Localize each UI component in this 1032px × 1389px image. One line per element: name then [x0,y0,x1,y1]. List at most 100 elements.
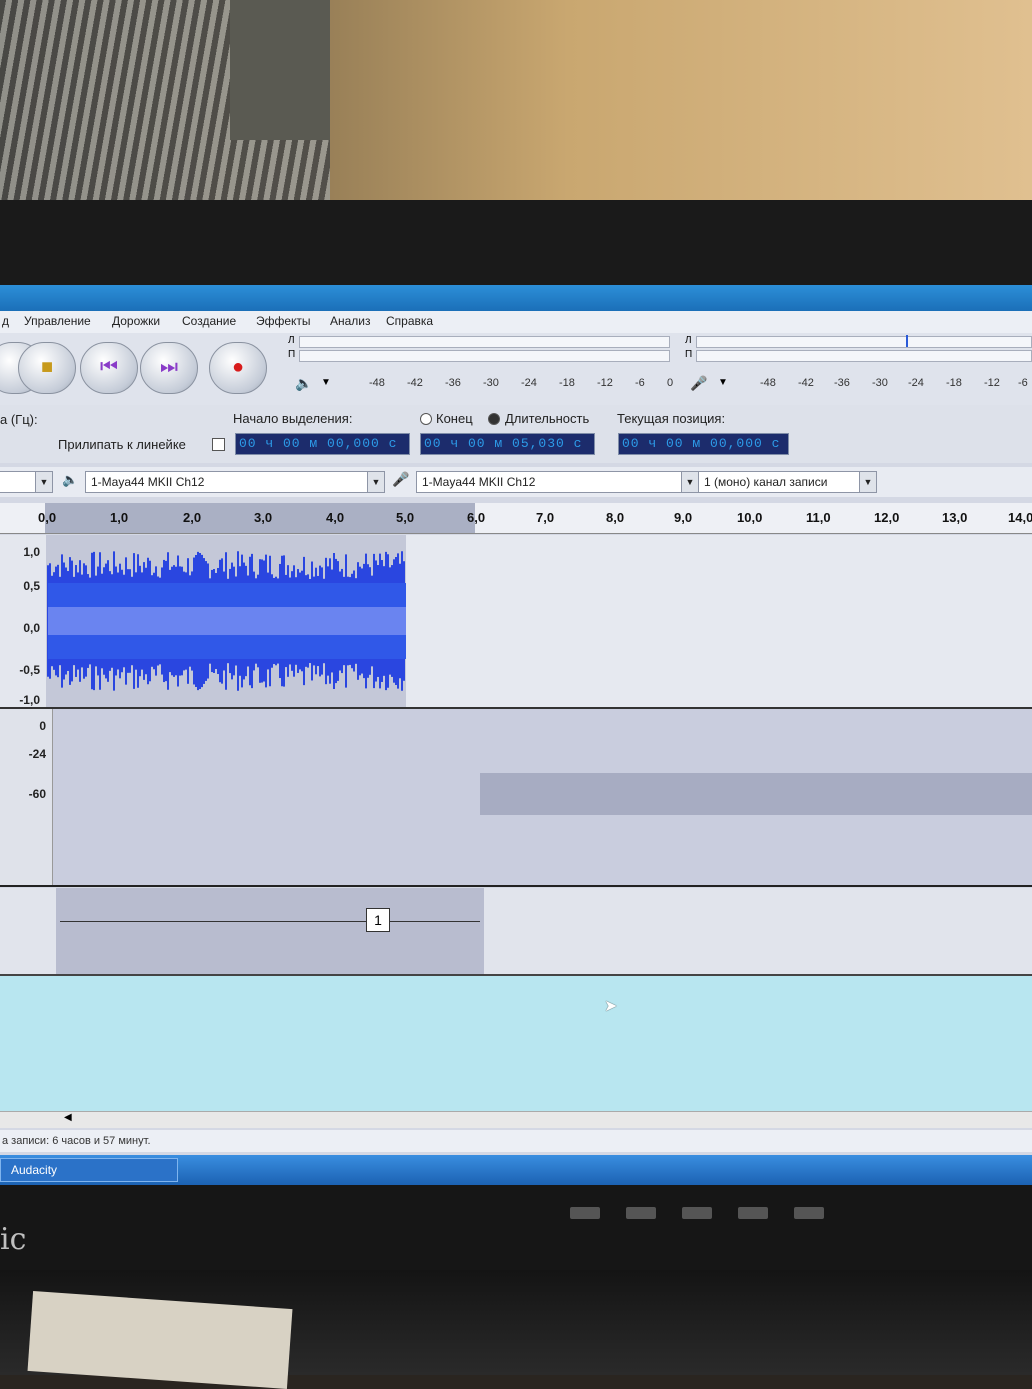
ruler-label: 12,0 [874,510,900,525]
speaker-icon: 🔈 [62,472,79,487]
meter-tick: -42 [407,377,423,389]
playback-device-select[interactable]: 1-Maya44 MKII Ch12 ▼ [85,471,385,493]
meter-tick: -6 [1018,377,1028,389]
microphone-icon: 🎤 [392,471,410,487]
ruler-label: 4,0 [326,510,345,525]
label-selection-region [56,888,484,974]
chevron-down-icon: ▼ [859,472,876,492]
meter-tick: -12 [984,377,1000,389]
audio-position-field[interactable]: 00 ч 00 м 00,000 с [618,433,789,455]
stop-button[interactable]: ■ [18,342,76,394]
menu-item-effects[interactable]: Эффекты [256,314,311,328]
ruler-label: 14,0 [1008,510,1032,525]
monitor-button[interactable] [570,1207,600,1219]
meter-tick: -12 [597,377,613,389]
record-device-value: 1-Maya44 MKII Ch12 [422,475,536,489]
os-taskbar: Audacity [0,1155,1032,1187]
menu-item-tracks[interactable]: Дорожки [112,314,160,328]
horizontal-scrollbar[interactable]: ◀ [0,1111,1032,1128]
monitor-button[interactable] [794,1207,824,1219]
ruler-label: 2,0 [183,510,202,525]
meter-tick: -48 [369,377,385,389]
record-meter-right-bar [696,350,1032,362]
length-radio[interactable] [488,413,500,425]
label-text-box[interactable]: 1 [366,908,390,932]
meter-channel-left: Л [288,335,295,346]
monitor-button[interactable] [682,1207,712,1219]
speaker-icon[interactable]: 🔈 [295,375,312,392]
selection-length-field[interactable]: 00 ч 00 м 05,030 с [420,433,595,455]
record-channels-select[interactable]: 1 (моно) канал записи ▼ [698,471,877,493]
ruler-label: 10,0 [737,510,763,525]
snap-to-checkbox[interactable] [212,438,225,451]
ruler-label: 7,0 [536,510,555,525]
ruler-label: 8,0 [606,510,625,525]
skip-end-icon: ⏭ [160,356,178,378]
y-axis-label: -60 [28,787,46,801]
menu-bar: д Управление Дорожки Создание Эффекты Ан… [0,311,1032,333]
meter-channel-right: П [288,349,296,360]
background-device-panel [230,0,330,140]
project-rate-label: а (Гц): [0,412,38,427]
end-radio-label: Конец [436,411,473,426]
skip-start-icon: ⏮ [100,356,118,378]
timeline-ruler[interactable]: 0,0 1,0 2,0 3,0 4,0 5,0 6,0 7,0 8,0 9,0 … [0,503,1032,534]
record-button[interactable]: ● [209,342,267,394]
chevron-down-icon: ▼ [35,472,52,492]
transport-toolbar: ■ ⏮ ⏭ ● Л П 🔈 ▼ -48 -42 -36 -30 -24 -18 … [0,333,1032,406]
record-meter-peak-marker [906,335,908,347]
y-axis-label: 0,0 [23,621,40,635]
playback-meter-right-bar [299,350,670,362]
monitor-bezel-top [0,200,1032,285]
menu-item-view[interactable]: д [2,314,9,328]
menu-item-generate[interactable]: Создание [182,314,236,328]
record-meter-left-bar [696,336,1032,348]
selection-toolbar: а (Гц): Прилипать к линейке Начало выдел… [0,405,1032,463]
end-radio[interactable] [420,413,432,425]
taskbar-item-audacity[interactable]: Audacity [0,1158,178,1182]
meter-channel-left: Л [685,335,692,346]
playback-meter[interactable]: Л П 🔈 ▼ -48 -42 -36 -30 -24 -18 -12 -6 0 [285,333,673,405]
y-axis-label: -1,0 [19,693,40,707]
mouse-cursor-icon: ➤ [604,998,618,1015]
empty-track-area[interactable]: ➤ [0,976,1032,1111]
menu-item-transport[interactable]: Управление [24,314,91,328]
monitor-screen: д Управление Дорожки Создание Эффекты Ан… [0,285,1032,1187]
record-meter[interactable]: Л П 🎤 ▼ -48 -42 -36 -30 -24 -18 -12 -6 [682,333,1032,405]
skip-end-button[interactable]: ⏭ [140,342,198,394]
meter-tick: -30 [483,377,499,389]
scroll-left-icon[interactable]: ◀ [64,1112,72,1123]
ruler-label: 11,0 [806,510,831,525]
meter-tick: -36 [834,377,850,389]
label-span-line [60,921,480,922]
spectrogram-track[interactable]: 0 -24 -60 [0,709,1032,887]
ruler-label: 3,0 [254,510,273,525]
meter-tick: -6 [635,377,645,389]
record-device-select[interactable]: 1-Maya44 MKII Ch12 ▼ [416,471,699,493]
microphone-icon[interactable]: 🎤 [690,375,707,392]
track-vertical-ruler: 0 -24 -60 [0,709,53,885]
monitor-button[interactable] [626,1207,656,1219]
menu-item-analyze[interactable]: Анализ [330,314,371,328]
chevron-down-icon[interactable]: ▼ [718,377,728,388]
meter-channel-right: П [685,349,693,360]
meter-tick: -48 [760,377,776,389]
track-vertical-ruler: 1,0 0,5 0,0 -0,5 -1,0 [0,535,47,707]
monitor-button[interactable] [738,1207,768,1219]
label-track[interactable]: 1 [0,888,1032,976]
meter-tick: -24 [521,377,537,389]
window-titlebar [0,285,1032,311]
menu-item-help[interactable]: Справка [386,314,433,328]
stop-icon: ■ [40,356,54,378]
chevron-down-icon[interactable]: ▼ [321,377,331,388]
skip-start-button[interactable]: ⏮ [80,342,138,394]
audio-track-waveform[interactable]: 1,0 0,5 0,0 -0,5 -1,0 [0,535,1032,709]
meter-tick: -18 [946,377,962,389]
ruler-label: 13,0 [942,510,968,525]
audio-position-label: Текущая позиция: [617,411,726,426]
record-channels-value: 1 (моно) канал записи [704,475,828,489]
meter-tick: -18 [559,377,575,389]
host-select[interactable]: ▼ [0,471,53,493]
selection-start-field[interactable]: 00 ч 00 м 00,000 с [235,433,410,455]
snap-to-label: Прилипать к линейке [58,437,186,452]
